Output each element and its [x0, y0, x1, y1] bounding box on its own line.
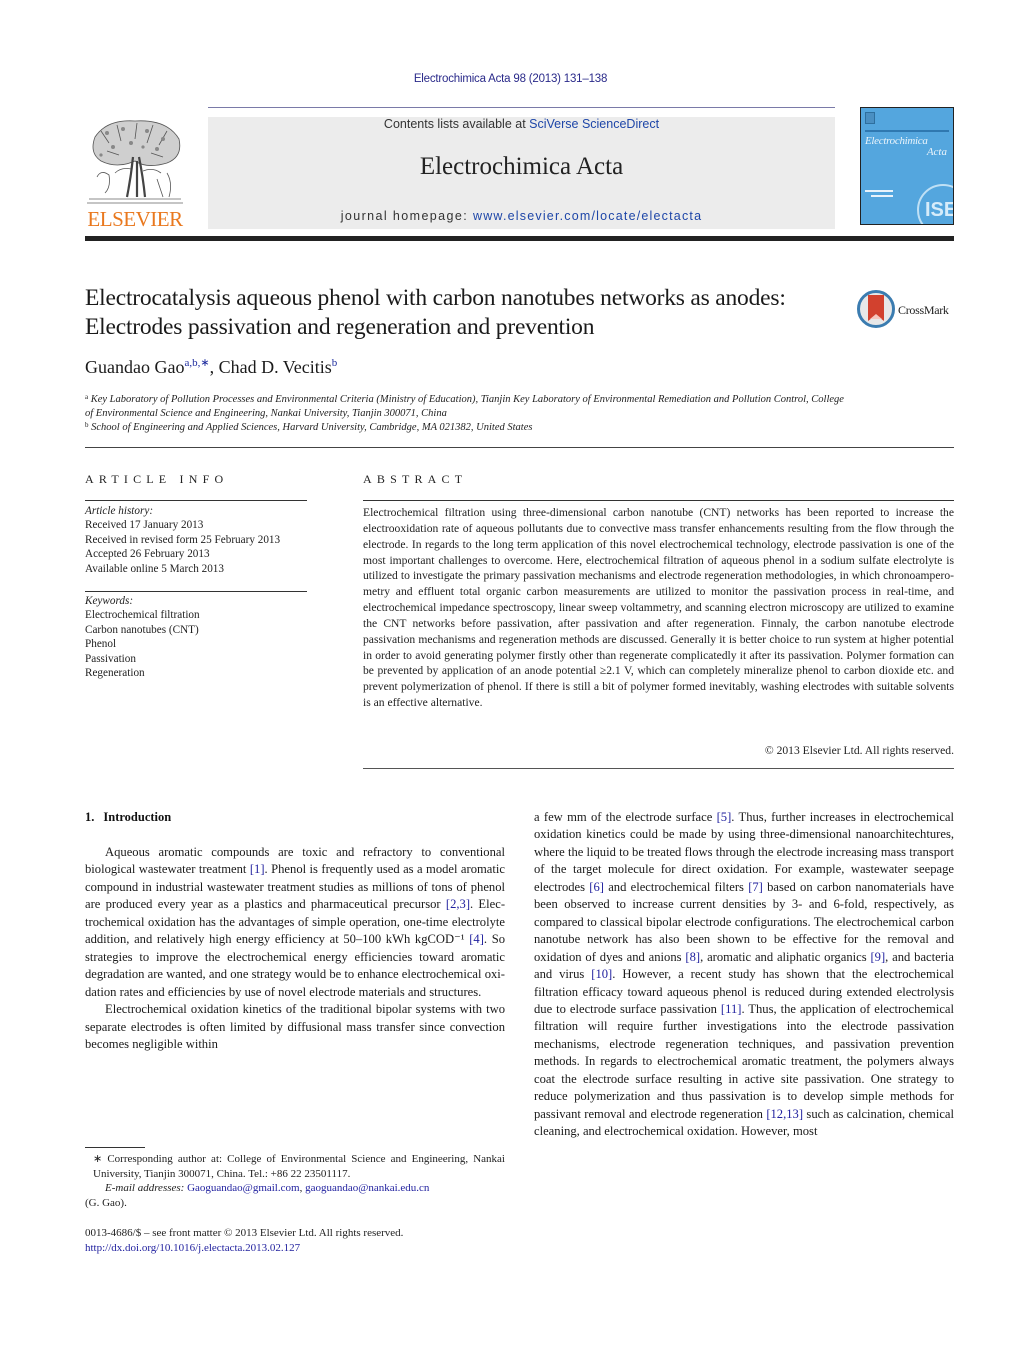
citation-link[interactable]: [7]: [748, 880, 763, 894]
journal-citation-link[interactable]: Electrochimica Acta 98 (2013) 131–138: [0, 73, 1021, 85]
article-info-rule: [85, 591, 307, 592]
article-title: Electrocatalysis aqueous phenol with car…: [85, 285, 786, 340]
journal-cover-thumbnail[interactable]: Electrochimica Acta ISE: [860, 107, 954, 225]
elsevier-logo[interactable]: ELSEVIER: [85, 117, 185, 231]
header-rule: [208, 107, 835, 108]
email-note: E-mail addresses: Gaoguandao@gmail.com, …: [105, 1182, 430, 1195]
keywords-label: Keywords:: [85, 595, 134, 607]
citation-link[interactable]: [11]: [721, 1002, 742, 1016]
affiliation-mark: a: [85, 393, 89, 401]
keyword-item: Electrochemical filtration: [85, 609, 200, 622]
issn-block: 0013-4686/$ – see front matter © 2013 El…: [85, 1226, 505, 1255]
ise-seal-icon: ISE: [917, 184, 953, 224]
section-title: Introduction: [103, 810, 172, 824]
history-item: Available online 5 March 2013: [85, 562, 224, 575]
elsevier-wordmark: ELSEVIER: [87, 207, 183, 231]
abstract-copyright: © 2013 Elsevier Ltd. All rights reserved…: [764, 744, 954, 757]
article-history-label: Article history:: [85, 505, 154, 517]
citation-link[interactable]: [8]: [685, 950, 700, 964]
author-name[interactable]: Chad D. Vecitis: [219, 357, 332, 377]
citation-link[interactable]: [9]: [870, 950, 885, 964]
crossmark-label: CrossMark: [898, 303, 949, 317]
paragraph-text: Electrochemical oxidation kinetics of th…: [85, 1002, 505, 1051]
author-name[interactable]: Guandao Gao: [85, 357, 184, 377]
keyword-item: Passivation: [85, 652, 136, 665]
keywords: Keywords: Electrochemical filtration Car…: [85, 594, 310, 680]
body-column-right: a few mm of the electrode surface [5] . T…: [534, 809, 954, 1141]
paragraph-text: . Thus, the application of electrochemic…: [534, 1001, 954, 1121]
email-owner: (G. Gao).: [85, 1196, 127, 1209]
journal-title: Electrochimica Acta: [419, 153, 624, 180]
footnote-rule: [85, 1147, 145, 1148]
cover-text-bar: [871, 195, 893, 197]
keyword-item: Carbon nanotubes (CNT): [85, 623, 199, 636]
abstract-bottom-rule: [363, 768, 954, 769]
cover-title-line1: Electrochimica: [865, 135, 928, 147]
citation-link[interactable]: [10]: [591, 967, 612, 981]
crossmark-button[interactable]: CrossMark: [857, 290, 957, 330]
article-info-rule: [85, 500, 307, 501]
abstract-text: Electrochemical filtration using three-d…: [363, 506, 954, 710]
footnotes: ∗ Corresponding author at: College of En…: [85, 1152, 505, 1210]
sciencedirect-link[interactable]: SciVerse ScienceDirect: [529, 117, 659, 131]
body-paragraph: a few mm of the electrode surface [5] . T…: [534, 809, 954, 1141]
cover-text-bar: [865, 190, 893, 192]
ise-label: ISE: [925, 199, 953, 221]
paragraph-text: , aromatic and aliphatic organics: [700, 949, 871, 964]
affiliation-mark: b: [85, 421, 89, 429]
author-separator: ,: [209, 357, 219, 377]
body-paragraph: Aqueous aromatic compounds are toxic and…: [85, 844, 505, 1001]
section-number: 1.: [85, 810, 95, 824]
corresponding-author-note: ∗ Corresponding author at: College of En…: [93, 1153, 505, 1180]
paragraph-text: a few mm of the electrode surface: [534, 810, 717, 824]
body-column-left: Aqueous aromatic compounds are toxic and…: [85, 844, 505, 1053]
crossmark-icon: [857, 290, 895, 328]
section-divider: [85, 447, 954, 448]
journal-homepage: journal homepage: www.elsevier.com/locat…: [208, 209, 835, 223]
homepage-link[interactable]: www.elsevier.com/locate/electacta: [473, 209, 702, 223]
affiliation: a Key Laboratory of Pollution Processes …: [85, 390, 845, 421]
citation-link[interactable]: [2,3]: [446, 897, 470, 911]
email-link[interactable]: gaoguandao@nankai.edu.cn: [305, 1182, 429, 1194]
history-item: Received 17 January 2013: [85, 519, 204, 532]
paragraph-text: and electrochemical filters: [603, 879, 749, 894]
citation-link[interactable]: [5]: [717, 810, 732, 824]
history-item: Received in revised form 25 February 201…: [85, 533, 281, 546]
article-info-heading: ARTICLE INFO: [85, 472, 229, 486]
elsevier-tree-icon: [87, 120, 183, 204]
email-link[interactable]: Gaoguandao@gmail.com: [187, 1182, 299, 1194]
author-affiliation-marks[interactable]: b: [332, 357, 338, 369]
homepage-prefix: journal homepage:: [340, 209, 473, 223]
article-history: Article history: Received 17 January 201…: [85, 504, 310, 576]
abstract-rule: [363, 500, 954, 501]
contents-availability: Contents lists available at SciVerse Sci…: [208, 117, 835, 131]
author-affiliation-marks[interactable]: a,b,∗: [184, 357, 209, 369]
body-paragraph: Electrochemical oxidation kinetics of th…: [85, 1001, 505, 1053]
abstract-heading: ABSTRACT: [363, 472, 468, 486]
email-label: E-mail addresses:: [105, 1182, 188, 1195]
section-heading: 1. Introduction: [85, 810, 171, 825]
citation-link[interactable]: [4]: [469, 932, 484, 946]
affiliation-text: School of Engineering and Applied Scienc…: [91, 422, 533, 433]
issn-line: 0013-4686/$ – see front matter © 2013 El…: [85, 1227, 404, 1239]
citation-link[interactable]: [1]: [250, 862, 265, 876]
citation-link[interactable]: [12,13]: [766, 1107, 803, 1121]
cover-title-line2: Acta: [926, 146, 947, 158]
author-list: Guandao Gaoa,b,∗, Chad D. Vecitisb: [85, 356, 337, 378]
keyword-item: Phenol: [85, 638, 117, 651]
citation-link[interactable]: [6]: [589, 880, 604, 894]
contents-prefix: Contents lists available at: [383, 117, 530, 131]
cover-publisher-badge: [865, 112, 875, 124]
cover-subtitle-bar: [865, 130, 949, 132]
doi-link[interactable]: http://dx.doi.org/10.1016/j.electacta.20…: [85, 1242, 300, 1254]
history-item: Accepted 26 February 2013: [85, 548, 210, 561]
affiliation-text: Key Laboratory of Pollution Processes an…: [85, 394, 844, 419]
affiliation: b School of Engineering and Applied Scie…: [85, 418, 845, 435]
keyword-item: Regeneration: [85, 667, 145, 680]
journal-masthead: Contents lists available at SciVerse Sci…: [208, 117, 835, 229]
header-thick-rule: [85, 236, 954, 241]
